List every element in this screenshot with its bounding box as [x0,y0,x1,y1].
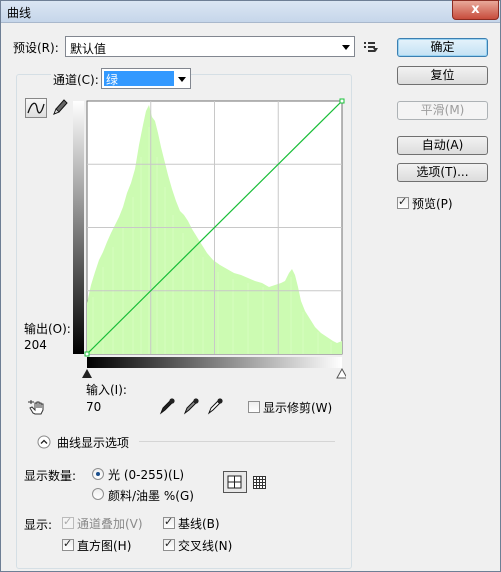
baseline-checkbox[interactable] [163,515,175,529]
light-label: 光 (0-255)(L) [108,468,185,482]
channel-dropdown[interactable]: 绿 [101,68,191,89]
white-eyedropper-icon[interactable] [207,397,223,415]
input-label: 输入(I): [86,383,127,397]
preset-value: 默认值 [70,42,107,56]
chevron-down-icon [178,77,186,82]
baseline-label: 基线(B) [178,517,220,531]
black-point-slider[interactable] [82,369,92,378]
pigment-radio[interactable] [92,488,104,500]
channel-overlay-checkbox[interactable] [62,515,74,529]
gray-eyedropper-icon[interactable] [183,397,199,415]
display-amount-label: 显示数量: [24,469,77,483]
curve-edit-tool[interactable] [25,98,47,118]
histogram-label: 直方图(H) [77,539,132,553]
options-button[interactable]: 选项(T)... [397,163,488,182]
preview-label: 预览(P) [412,197,453,211]
pencil-icon[interactable] [51,97,69,117]
curve-point-white[interactable] [339,98,345,104]
intersection-label: 交叉线(N) [178,539,233,553]
preset-dropdown[interactable]: 默认值 [65,36,355,57]
light-radio[interactable] [92,468,104,480]
targeted-adjustment-hand-icon[interactable] [27,398,49,416]
input-value[interactable]: 70 [86,400,101,414]
preset-menu-icon[interactable] [363,40,379,54]
show-clipping-label: 显示修剪(W) [263,401,333,415]
reset-button[interactable]: 复位 [397,66,488,85]
black-eyedropper-icon[interactable] [159,397,175,415]
channel-value: 绿 [106,73,119,87]
curve-tool-icon [27,102,45,114]
show-clipping-checkbox[interactable] [248,401,260,413]
output-value[interactable]: 204 [24,338,47,352]
curves-dialog: 曲线 x 预设(R): 默认值 确定 复位 平滑(M) 自动(A) 选项(T).… [0,0,501,572]
preview-checkbox[interactable] [397,195,409,209]
close-button[interactable]: x [452,0,499,20]
detailed-grid-icon[interactable] [252,475,268,490]
collapse-chevron-icon[interactable] [37,435,51,449]
simple-grid-icon [227,475,242,489]
title-bar: 曲线 x [1,0,500,23]
channel-overlay-label: 通道叠加(V) [77,517,143,531]
show-label: 显示: [24,518,53,532]
display-options-heading: 曲线显示选项 [57,436,130,450]
white-point-slider[interactable] [336,367,346,379]
grid-simple-button[interactable] [223,471,247,493]
curve-graph[interactable] [73,97,346,384]
preset-label: 预设(R): [13,41,59,55]
output-gradient-bar [73,101,84,354]
channel-label: 通道(C): [51,71,101,88]
output-label: 输出(O): [24,322,71,336]
window-title: 曲线 [7,6,32,20]
chevron-down-icon [342,45,350,50]
histogram-checkbox[interactable] [62,537,74,551]
section-divider [139,441,335,442]
auto-button[interactable]: 自动(A) [397,136,488,155]
intersection-checkbox[interactable] [163,537,175,551]
curve-point-black[interactable] [84,351,90,357]
smooth-button[interactable]: 平滑(M) [397,101,488,120]
ok-button[interactable]: 确定 [397,38,488,57]
input-gradient-bar [87,357,342,368]
pigment-label: 颜料/油墨 %(G) [108,489,194,503]
